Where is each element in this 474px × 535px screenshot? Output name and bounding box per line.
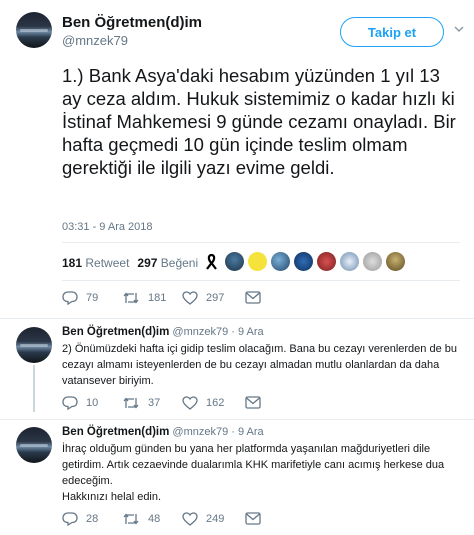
message-action[interactable] xyxy=(245,291,261,304)
author-name[interactable]: Ben Öğretmen(d)im xyxy=(62,14,202,31)
liker-avatar[interactable] xyxy=(340,252,359,271)
like-action[interactable]: 249 xyxy=(182,512,224,526)
message-action[interactable] xyxy=(245,396,261,409)
divider xyxy=(62,242,460,243)
liker-avatar[interactable] xyxy=(363,252,382,271)
retweet-action[interactable]: 48 xyxy=(122,512,160,526)
reply-author-name[interactable]: Ben Öğretmen(d)im xyxy=(62,326,169,338)
reply-author-avatar[interactable] xyxy=(16,327,52,363)
tweet-text: 1.) Bank Asya'daki hesabım yüzünden 1 yı… xyxy=(62,65,456,178)
reply-count: 10 xyxy=(86,397,99,409)
liker-avatar[interactable] xyxy=(386,252,405,271)
reply-header: Ben Öğretmen(d)im @mnzek79 · 9 Ara xyxy=(62,426,264,438)
envelope-icon xyxy=(245,291,261,304)
reply-header: Ben Öğretmen(d)im @mnzek79 · 9 Ara xyxy=(62,326,264,338)
liker-avatar-ribbon[interactable] xyxy=(202,252,221,271)
chevron-down-icon[interactable] xyxy=(454,24,464,34)
liker-avatar[interactable] xyxy=(271,252,290,271)
reply-meta[interactable]: @mnzek79 · 9 Ara xyxy=(172,326,263,338)
heart-icon xyxy=(182,512,198,526)
retweet-count: 181 xyxy=(148,292,167,304)
liker-avatar[interactable] xyxy=(317,252,336,271)
reply-icon xyxy=(62,291,78,305)
reply-action[interactable]: 79 xyxy=(62,291,98,305)
reply-count: 28 xyxy=(86,513,99,525)
envelope-icon xyxy=(245,396,261,409)
like-action[interactable]: 162 xyxy=(182,396,224,410)
thread-line xyxy=(33,365,35,412)
retweet-icon xyxy=(123,292,139,304)
retweet-action[interactable]: 181 xyxy=(122,291,166,305)
divider xyxy=(62,280,460,281)
reply-count: 79 xyxy=(86,292,99,304)
divider xyxy=(0,318,474,319)
like-action[interactable]: 297 xyxy=(182,291,224,305)
liker-avatar[interactable] xyxy=(225,252,244,271)
retweet-count: 37 xyxy=(148,397,161,409)
heart-icon xyxy=(182,291,198,305)
reply-action[interactable]: 28 xyxy=(62,512,98,526)
like-stat[interactable]: 297 Beğeni xyxy=(137,256,198,270)
author-handle[interactable]: @mnzek79 xyxy=(62,33,128,48)
envelope-icon xyxy=(245,512,261,525)
reply-author-name[interactable]: Ben Öğretmen(d)im xyxy=(62,426,169,438)
heart-icon xyxy=(182,396,198,410)
reply-text-closing: Hakkınızı helal edin. xyxy=(62,491,162,503)
like-count: 297 xyxy=(206,292,225,304)
liker-avatars xyxy=(202,252,405,271)
like-count: 162 xyxy=(206,397,225,409)
retweet-icon xyxy=(123,513,139,525)
author-avatar[interactable] xyxy=(16,12,52,48)
message-action[interactable] xyxy=(245,512,261,525)
retweet-action[interactable]: 37 xyxy=(122,396,160,410)
liker-avatar[interactable] xyxy=(294,252,313,271)
tweet-stats: 181 Retweet 297 Beğeni xyxy=(62,256,198,270)
reply-text: İhraç olduğum günden bu yana her platfor… xyxy=(62,443,445,487)
reply-author-avatar[interactable] xyxy=(16,427,52,463)
retweet-count: 48 xyxy=(148,513,161,525)
reply-action[interactable]: 10 xyxy=(62,396,98,410)
follow-button[interactable]: Takip et xyxy=(340,17,444,47)
reply-text: 2) Önümüzdeki hafta içi gidip teslim ola… xyxy=(62,343,457,387)
reply-icon xyxy=(62,512,78,526)
retweet-stat[interactable]: 181 Retweet xyxy=(62,256,129,270)
tweet-timestamp[interactable]: 03:31 - 9 Ara 2018 xyxy=(62,221,153,233)
retweet-icon xyxy=(123,397,139,409)
reply-meta[interactable]: @mnzek79 · 9 Ara xyxy=(172,426,263,438)
reply-icon xyxy=(62,396,78,410)
liker-avatar[interactable] xyxy=(248,252,267,271)
divider xyxy=(0,419,474,420)
like-count: 249 xyxy=(206,513,225,525)
